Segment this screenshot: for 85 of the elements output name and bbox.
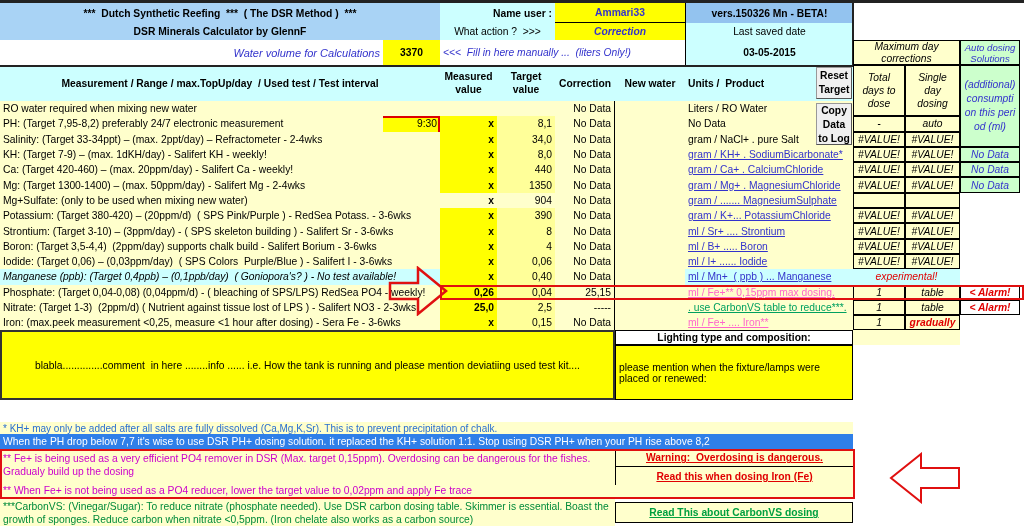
user-name-field[interactable]: Ammari33 [555,3,685,23]
target-value: 1350 [497,177,555,193]
measurement-label: Potassium: (Target 380-420) – (20ppm/d) ( SPS Pink/Purple ) - RedSea Potass. - 3-6wks [0,208,440,224]
target-value: 390 [497,208,555,224]
unit-link[interactable]: ml / Sr+ .... Strontium [685,223,853,239]
action-label: What action ? >>> [440,23,555,40]
carbon-note: ***CarbonVS: (Vinegar/Sugar): To reduce nitrate (phosphate needed). Use DSR carbon dosing table. Skimmer is essential. Boast the growth of sponges. Reduce carbon when nitrate <0,5ppm. (Iron chelate also works as a carbon source) [0,499,615,527]
comment-field[interactable]: blabla..............comment in here ........info ...... i.e. How the tank is running and please mention deviatiing used test kit.... [0,330,615,401]
table-cell: #VALUE! [905,162,960,178]
target-value: 440 [497,162,555,178]
lighting-header: Lighting type and composition: [615,330,853,346]
correction-value: No Data [555,177,615,193]
unit-link[interactable]: gram / Mg+ . MagnesiumChloride [685,177,853,193]
table-cell: No Data [960,162,1020,178]
unit-link[interactable]: gram / Ca+ . CalciumChloride [685,162,853,178]
sheet-title: *** Dutch Synthetic Reefing *** ( The DSR Method ) *** [0,3,440,23]
time-field[interactable]: 9:30 [383,116,440,132]
measurement-label: Iron: (max.peek measurement <0,25, measure <1 hour after dosing) - Sera Fe - 3-6wks [0,315,440,331]
column-header: New water [615,65,685,101]
measured-field[interactable]: x [440,177,497,193]
column-header: Units / Product [685,65,815,101]
note-text: * KH+ may only be added after all salts are fully dissolved (Ca,Mg,K,Sr). This is to prevent precipitation of chalk. [0,422,853,435]
table-cell: #VALUE! [905,208,960,224]
table-cell: #VALUE! [853,162,905,178]
column-header: Single day dosing [905,65,960,117]
column-header: Target value [497,65,555,101]
target-value: 8 [497,223,555,239]
table-cell: #VALUE! [905,177,960,193]
warning-text: ** When Fe+ is not being used as a PO4 reducer, lower the target value to 0,02ppm and apply Fe trace [3,483,474,497]
measured-field[interactable]: x [440,162,497,178]
measured-field[interactable]: x [440,315,497,331]
arrow-icon [889,452,961,504]
correction-value: No Data [555,162,615,178]
measurement-label: PH: (Target 7,95-8,2) preferably 24/7 electronic measurement [0,116,383,132]
table-cell: #VALUE! [853,177,905,193]
table-cell: No Data [960,177,1020,193]
column-header: Measured value [440,65,497,101]
iron-link[interactable]: Read this when dosing Iron (Fe) [615,467,853,486]
table-cell: - [853,116,905,132]
table-cell: #VALUE! [905,223,960,239]
column-header: Correction [555,65,615,101]
measurement-label: Mg: (Target 1300-1400) – (max. 50ppm/day) - Salifert Mg - 2-4wks [0,177,440,193]
correction-value: No Data [555,269,615,285]
warning-label: Warning: Overdosing is dangerous. [615,449,853,468]
table-cell: 1 [853,315,905,331]
copy-data-button[interactable]: Copy Data to Log [816,103,852,145]
table-cell: #VALUE! [853,208,905,224]
auto-dosing-note: (additional) consumption this period (ml) [960,65,1020,147]
measurement-label: Strontium: (Target 3-10) – (3ppm/day) - ( SPS skeleton building ) - Salifert Sr - 3-6wks [0,223,440,239]
target-value: 0,40 [497,269,555,285]
measurement-label: Manganese (ppb): (Target 0,4ppb) – (0,1ppb/day) ( Goniopora's? ) - No test available! [0,269,440,285]
measured-field[interactable]: x [440,116,497,132]
correction-value: No Data [555,101,615,117]
column-header: Measurement / Range / max.TopUp/day / Used test / Test interval [0,65,440,101]
dosing-header: Maximum day corrections [853,40,960,65]
target-value: 0,15 [497,315,555,331]
banner-text: When the PH drop below 7,7 it's wise to use DSR PH+ dosing solution. it replaced the KH+ solution 1:1. Stop using DSR PH+ when your PH rise above 8,2 [0,434,853,450]
version-label: vers.150326 Mn - BETA! [685,3,853,23]
correction-value: No Data [555,223,615,239]
measurement-label: Ca: (Target 420-460) – (max. 20ppm/day) - Salifert Ca - weekly! [0,162,440,178]
experimental-label: experimental! [853,269,960,285]
table-cell: auto [905,116,960,132]
reset-target-button[interactable]: Reset Target [816,67,852,99]
auto-dosing-header: Auto dosing Solutions [960,40,1020,65]
correction-value: No Data [555,116,615,132]
measured-field[interactable]: x [440,208,497,224]
correction-value: No Data [555,208,615,224]
sheet-subtitle: DSR Minerals Calculator by GlennF [0,23,440,40]
saved-date-label: Last saved date [685,23,853,40]
target-value: 8,1 [497,116,555,132]
volume-field[interactable]: 3370 [383,40,440,65]
table-cell: gradually [905,315,960,331]
unit-link[interactable]: gram / K+... PotassiumChloride [685,208,853,224]
measured-field[interactable]: x [440,223,497,239]
correction-value: No Data [555,315,615,331]
table-cell: #VALUE! [853,223,905,239]
measured-field[interactable]: x [440,269,497,285]
unit-link[interactable]: ml / Mn+ ( ppb ) ... Manganese [685,269,853,285]
measurement-label: RO water required when mixing new water [0,101,440,117]
action-field[interactable]: Correction [555,23,685,40]
saved-date: 03-05-2015 [685,40,853,65]
warning-text: ** Fe+ is being used as a very efficient PO4 remover in DSR (Max. target 0,15ppm). Overdosing can be dangerous for the fishes. Gradualy build up the dosing [3,452,592,479]
lighting-field[interactable]: please mention when the fixture/lamps were placed or renewed: [615,345,853,401]
user-label: Name user : [440,3,555,23]
column-header: Total days to dose [853,65,905,117]
